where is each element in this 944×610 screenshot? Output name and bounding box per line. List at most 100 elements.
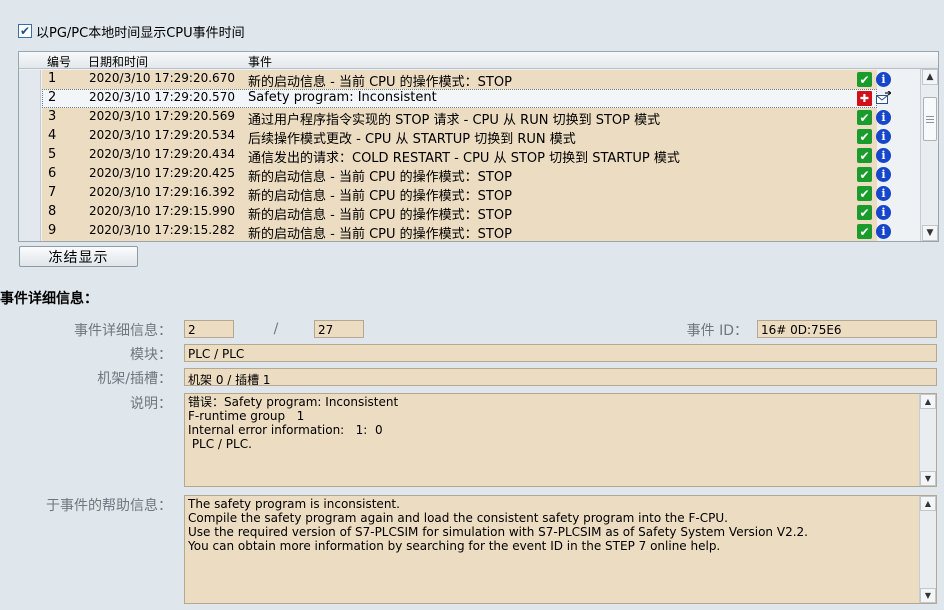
row-datetime: 2020/3/10 17:29:20.434: [89, 147, 235, 161]
row-event: 通信发出的请求：COLD RESTART - CPU 从 STOP 切换到 ST…: [248, 151, 680, 166]
module-label: 模块：: [130, 347, 172, 363]
table-row[interactable]: 9 2020/3/10 17:29:15.282 新的启动信息 - 当前 CPU 的…: [19, 222, 919, 241]
row-header[interactable]: [19, 146, 41, 165]
row-datetime: 2020/3/10 17:29:15.990: [89, 204, 235, 218]
ok-icon: ✔: [857, 129, 872, 144]
scroll-up-icon[interactable]: ▲: [920, 394, 936, 409]
description-line: F-runtime group 1: [188, 409, 305, 423]
table-row[interactable]: 2 2020/3/10 17:29:20.570 Safety program: I…: [19, 89, 919, 108]
error-icon: ✚: [857, 91, 872, 106]
scroll-down-icon[interactable]: ▼: [920, 588, 936, 603]
row-event: 新的启动信息 - 当前 CPU 的操作模式：STOP: [248, 189, 512, 204]
ok-icon: ✔: [857, 72, 872, 87]
help-area[interactable]: The safety program is inconsistent. Comp…: [184, 495, 937, 604]
rack-slot-label: 机架/插槽：: [97, 371, 172, 387]
table-row[interactable]: 7 2020/3/10 17:29:16.392 新的启动信息 - 当前 CPU 的…: [19, 184, 919, 204]
description-label: 说明：: [130, 396, 172, 412]
row-header[interactable]: [19, 108, 41, 127]
info-icon: i: [876, 224, 891, 239]
description-scrollbar[interactable]: ▲ ▼: [919, 394, 936, 486]
row-header[interactable]: [19, 127, 41, 146]
detail-label: 事件详细信息：: [74, 323, 172, 339]
module-field: PLC / PLC: [184, 344, 937, 362]
table-row[interactable]: 1 2020/3/10 17:29:20.670 新的启动信息 - 当前 CPU 的…: [19, 70, 919, 90]
row-datetime: 2020/3/10 17:29:20.670: [89, 71, 235, 85]
row-datetime: 2020/3/10 17:29:20.534: [89, 128, 235, 142]
description-line: PLC / PLC.: [188, 437, 252, 451]
table-header: 编号 日期和时间 事件: [19, 52, 938, 69]
help-label: 于事件的帮助信息：: [46, 498, 172, 514]
row-event: 新的启动信息 - 当前 CPU 的操作模式：STOP: [248, 170, 512, 185]
row-number: 3: [48, 109, 57, 124]
ok-icon: ✔: [857, 148, 872, 163]
info-icon: i: [876, 186, 891, 201]
info-icon: i: [876, 129, 891, 144]
row-number: 5: [48, 147, 57, 162]
event-id-label: 事件 ID：: [686, 323, 748, 339]
event-id-field: 16# 0D:75E6: [757, 320, 937, 338]
rack-slot-field: 机架 0 / 插槽 1: [184, 368, 937, 386]
row-datetime: 2020/3/10 17:29:20.570: [89, 90, 235, 104]
detail-total-field: 27: [314, 320, 364, 338]
local-time-checkbox-label: 以PG/PC本地时间显示CPU事件时间: [36, 25, 245, 41]
table-row[interactable]: 3 2020/3/10 17:29:20.569 通过用户程序指令实现的 STOP …: [19, 108, 919, 128]
ok-icon: ✔: [857, 110, 872, 125]
detail-index-field: 2: [184, 320, 234, 338]
ok-icon: ✔: [857, 186, 872, 201]
info-icon: i: [876, 110, 891, 125]
row-header[interactable]: [19, 184, 41, 203]
help-line: The safety program is inconsistent.: [188, 497, 400, 511]
header-date[interactable]: 日期和时间: [88, 53, 148, 70]
info-icon: i: [876, 72, 891, 87]
info-icon: i: [876, 148, 891, 163]
row-header[interactable]: [19, 222, 41, 241]
row-header[interactable]: [19, 89, 41, 108]
row-number: 4: [48, 128, 57, 143]
help-line: Compile the safety program again and loa…: [188, 511, 728, 525]
row-number: 6: [48, 166, 57, 181]
local-time-checkbox[interactable]: ✔: [18, 24, 32, 38]
row-event: 新的启动信息 - 当前 CPU 的操作模式：STOP: [248, 227, 512, 242]
info-icon: i: [876, 205, 891, 220]
table-row[interactable]: 6 2020/3/10 17:29:20.425 新的启动信息 - 当前 CPU 的…: [19, 165, 919, 185]
row-event: Safety program: Inconsistent: [248, 90, 437, 105]
row-datetime: 2020/3/10 17:29:20.569: [89, 109, 235, 123]
row-header[interactable]: [19, 203, 41, 222]
row-header[interactable]: [19, 165, 41, 184]
row-event: 新的启动信息 - 当前 CPU 的操作模式：STOP: [248, 208, 512, 223]
local-time-checkbox-row[interactable]: ✔ 以PG/PC本地时间显示CPU事件时间: [18, 22, 245, 41]
description-line: 错误：Safety program: Inconsistent: [188, 395, 399, 409]
scroll-down-icon[interactable]: ▼: [922, 225, 938, 241]
header-event[interactable]: 事件: [248, 53, 272, 70]
row-datetime: 2020/3/10 17:29:15.282: [89, 223, 235, 237]
help-scrollbar[interactable]: ▲ ▼: [919, 496, 936, 603]
scroll-up-icon[interactable]: ▲: [922, 69, 938, 85]
row-number: 7: [48, 185, 57, 200]
row-event: 后续操作模式更改 - CPU 从 STARTUP 切换到 RUN 模式: [248, 132, 576, 147]
ok-icon: ✔: [857, 167, 872, 182]
mail-arrow-icon: [876, 90, 893, 106]
table-row[interactable]: 4 2020/3/10 17:29:20.534 后续操作模式更改 - CPU 从 …: [19, 127, 919, 147]
table-scrollbar[interactable]: ▲ ▼: [920, 69, 938, 241]
freeze-display-button[interactable]: 冻结显示: [19, 246, 138, 267]
scroll-down-icon[interactable]: ▼: [920, 471, 936, 486]
row-event: 新的启动信息 - 当前 CPU 的操作模式：STOP: [248, 75, 512, 90]
row-datetime: 2020/3/10 17:29:16.392: [89, 185, 235, 199]
table-row[interactable]: 8 2020/3/10 17:29:15.990 新的启动信息 - 当前 CPU 的…: [19, 203, 919, 223]
detail-separator: /: [273, 321, 279, 337]
ok-icon: ✔: [857, 205, 872, 220]
scroll-thumb[interactable]: [923, 97, 937, 141]
table-row[interactable]: 5 2020/3/10 17:29:20.434 通信发出的请求：COLD REST…: [19, 146, 919, 166]
description-area[interactable]: 错误：Safety program: Inconsistent F-runtim…: [184, 393, 937, 487]
description-line: Internal error information: 1: 0: [188, 423, 383, 437]
row-header[interactable]: [19, 70, 41, 89]
help-line: You can obtain more information by searc…: [188, 539, 721, 553]
details-title: 事件详细信息：: [0, 291, 98, 307]
row-number: 9: [48, 223, 57, 238]
event-table: 编号 日期和时间 事件 1 2020/3/10 17:29:20.670 新的启动信…: [18, 51, 939, 242]
header-num[interactable]: 编号: [47, 53, 71, 70]
row-number: 8: [48, 204, 57, 219]
scroll-up-icon[interactable]: ▲: [920, 496, 936, 511]
row-datetime: 2020/3/10 17:29:20.425: [89, 166, 235, 180]
help-line: Use the required version of S7-PLCSIM fo…: [188, 525, 808, 539]
